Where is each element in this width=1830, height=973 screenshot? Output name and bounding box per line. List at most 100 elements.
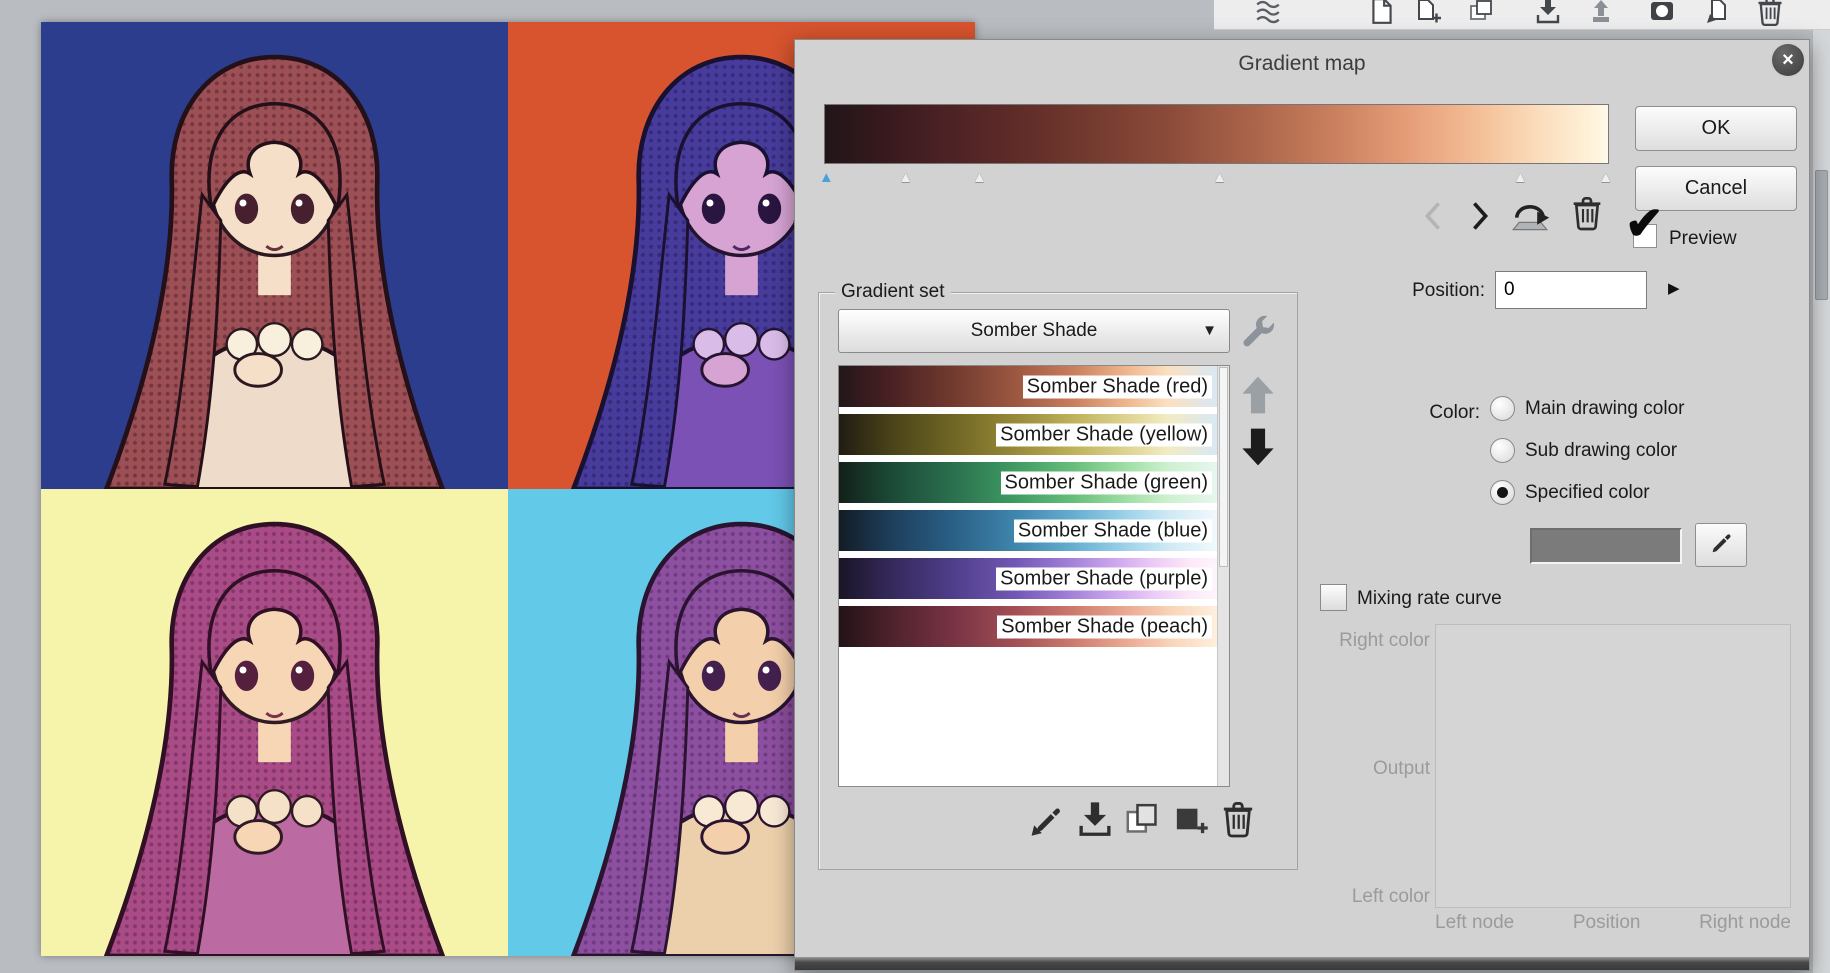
gradient-preset-row[interactable]: Somber Shade (yellow) [839,414,1217,455]
gradient-node-marker [1212,169,1227,186]
gradient-set-dropdown[interactable]: Somber Shade ▼ [838,309,1230,353]
transfer-down-icon[interactable] [1534,0,1564,28]
gradient-node-marker [819,169,834,186]
gradient-preset-row[interactable]: Somber Shade (peach) [839,606,1217,647]
dialog-bottom-edge [795,957,1809,970]
gradient-preset-label: Somber Shade (green) [1000,471,1212,494]
hand [700,352,750,388]
gradient-node[interactable] [898,166,913,188]
gradient-preview-bar[interactable] [824,104,1609,164]
left-color-label: Left color [1351,886,1430,907]
right-color-label: Right color [1339,630,1430,651]
output-label: Output [1372,758,1430,779]
next-gradient-icon[interactable] [1471,202,1489,236]
gradient-node-track[interactable] [819,166,1613,186]
gradient-preset-row[interactable]: Somber Shade (purple) [839,558,1217,599]
pick-gradient-icon[interactable] [1029,799,1065,839]
specified-color-swatch[interactable] [1530,528,1682,564]
position-column-label: Position [1572,912,1641,933]
character-art [103,521,446,956]
checkmark-icon: ✔ [1625,197,1664,249]
screen: { "workspace": { "colors": { "background… [0,0,1830,973]
list-scrollbar[interactable] [1217,366,1229,786]
right-node-label: Right node [1699,912,1791,933]
prev-gradient-icon[interactable] [1424,202,1442,236]
wrench-icon[interactable] [1239,313,1277,351]
gradient-preset-list[interactable]: Somber Shade (red) Somber Shade (yellow)… [838,365,1230,787]
hand [233,352,283,388]
flip-gradient-icon[interactable] [1509,196,1551,238]
layer-mask-icon[interactable] [1648,0,1678,28]
apply-layer-icon[interactable] [1704,0,1734,28]
eyedropper-icon [1708,529,1734,561]
layer-palette-toolbar [1214,0,1830,30]
gradient-preset-label: Somber Shade (blue) [1013,519,1212,542]
combine-down-icon[interactable] [1587,0,1617,28]
scrollbar-thumb[interactable] [1815,170,1828,300]
delete-gradient-icon[interactable] [1221,799,1257,839]
radio-icon[interactable] [1490,396,1515,421]
gradient-node[interactable] [819,166,834,188]
gradient-node[interactable] [1598,166,1613,188]
gradient-set-value: Somber Shade [970,320,1098,341]
radio-label: Specified color [1525,481,1650,503]
radio-icon-selected[interactable] [1490,480,1515,505]
add-gradient-icon[interactable] [1173,799,1209,839]
new-layer-icon[interactable] [1368,0,1398,28]
gradient-node[interactable] [1513,166,1528,188]
close-icon[interactable]: × [1772,44,1804,76]
duplicate-gradient-icon[interactable] [1125,799,1161,839]
radio-main-drawing-color[interactable]: Main drawing color [1490,396,1684,421]
canvas-quadrant-top-left[interactable] [41,22,508,489]
gradient-node-marker [972,169,987,186]
gradient-node-marker [898,169,913,186]
gradient-preset-row[interactable]: Somber Shade (green) [839,462,1217,503]
gradient-node-marker [1598,169,1613,186]
collar-frills [225,322,324,361]
position-label: Position: [1412,280,1485,301]
gradient-node[interactable] [1212,166,1227,188]
list-scrollbar-thumb[interactable] [1219,367,1228,567]
gradient-preset-label: Somber Shade (purple) [996,567,1212,590]
new-layer-2-icon[interactable] [1415,0,1445,28]
hand [233,819,283,855]
gradient-list-tools [1029,799,1257,839]
curve-footer: Left node Position Right node [1435,912,1791,934]
gradient-preset-label: Somber Shade (yellow) [996,423,1212,446]
gradient-set-label: Gradient set [835,281,951,303]
chevron-down-icon: ▼ [1202,322,1217,339]
dialog-title: Gradient map [1238,52,1366,75]
mixing-rate-curve-checkbox[interactable] [1320,584,1347,611]
eyedropper-button[interactable] [1695,523,1747,567]
list-up-icon[interactable] [1241,375,1275,421]
gradient-preset-row[interactable]: Somber Shade (red) [839,366,1217,407]
gradient-node[interactable] [972,166,987,188]
color-label: Color: [1429,402,1480,423]
delete-node-icon[interactable] [1571,194,1603,238]
import-gradient-icon[interactable] [1077,799,1113,839]
mixing-curve-panel [1435,624,1791,908]
gradient-map-dialog: Gradient map × OK Cancel ✔ Preview Posit… [794,39,1810,971]
vertical-scrollbar[interactable] [1812,30,1830,973]
radio-sub-drawing-color[interactable]: Sub drawing color [1490,438,1677,463]
layer-list-icon[interactable] [1254,0,1284,28]
position-input[interactable] [1495,271,1647,309]
radio-specified-color[interactable]: Specified color [1490,480,1650,505]
collar-frills [225,789,324,828]
character-art [103,54,446,489]
gradient-node-marker [1513,169,1528,186]
position-step-icon[interactable]: ▶ [1668,279,1680,297]
collar-frills [692,322,791,361]
gradient-preset-row[interactable]: Somber Shade (blue) [839,510,1217,551]
list-down-icon[interactable] [1241,427,1275,473]
delete-layer-icon[interactable] [1756,0,1786,28]
gradient-preset-label: Somber Shade (peach) [997,615,1212,638]
hand [700,819,750,855]
new-folder-icon[interactable] [1467,0,1497,28]
ok-button[interactable]: OK [1635,106,1797,151]
radio-label: Sub drawing color [1525,439,1678,461]
gradient-preset-label: Somber Shade (red) [1022,375,1212,398]
left-node-label: Left node [1435,912,1515,933]
radio-icon[interactable] [1490,438,1515,463]
canvas-quadrant-bottom-left[interactable] [41,489,508,956]
